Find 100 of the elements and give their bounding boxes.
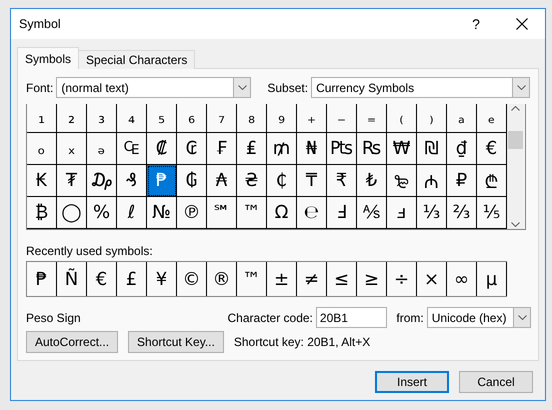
recent-symbol-cell[interactable]: ∞ — [447, 262, 477, 296]
shortcut-key-text: Shortcut key: 20B1, Alt+X — [234, 335, 370, 349]
recent-symbol-cell[interactable]: ≤ — [327, 262, 357, 296]
symbol-cell[interactable]: ℗ — [177, 197, 207, 229]
symbol-cell[interactable]: ₪ — [417, 133, 447, 165]
tab[interactable]: Symbols — [17, 47, 80, 69]
symbol-cell[interactable]: ₧ — [327, 133, 357, 165]
autocorrect-button[interactable]: AutoCorrect... — [26, 331, 118, 353]
cancel-button[interactable]: Cancel — [459, 371, 533, 393]
symbol-cell[interactable]: ₐ — [447, 104, 477, 133]
subset-dropdown[interactable]: Currency Symbols — [311, 77, 530, 98]
character-code-label: Character code: — [228, 310, 313, 324]
symbol-cell[interactable]: ₱ — [147, 165, 177, 197]
symbol-cell[interactable]: ⅍ — [357, 197, 387, 229]
symbol-cell[interactable]: ₉ — [267, 104, 297, 133]
recent-symbol-cell[interactable]: µ — [477, 262, 507, 296]
recent-symbol-cell[interactable]: ® — [207, 262, 237, 296]
shortcut-key-button[interactable]: Shortcut Key... — [128, 331, 224, 353]
symbol-cell[interactable]: ₈ — [237, 104, 267, 133]
scrollbar[interactable] — [507, 104, 524, 229]
symbol-cell[interactable]: ₒ — [27, 133, 57, 165]
window-title: Symbol — [19, 17, 62, 31]
symbol-cell[interactable]: Ⅎ — [327, 197, 357, 229]
chevron-up-icon — [511, 106, 520, 111]
recent-symbols-label: Recently used symbols: — [26, 244, 154, 258]
recent-symbol-cell[interactable]: ₱ — [27, 262, 57, 296]
symbol-cell[interactable]: ℮ — [297, 197, 327, 229]
recent-symbol-cell[interactable]: Ñ — [57, 262, 87, 296]
symbol-cell[interactable]: ₣ — [207, 133, 237, 165]
recent-symbol-cell[interactable]: ÷ — [387, 262, 417, 296]
symbol-cell[interactable]: ₯ — [87, 165, 117, 197]
symbol-cell[interactable]: ₵ — [267, 165, 297, 197]
symbol-cell[interactable]: ₠ — [117, 133, 147, 165]
recent-symbol-cell[interactable]: ≠ — [297, 262, 327, 296]
tab[interactable]: Special Characters — [78, 50, 196, 69]
symbol-cell[interactable]: ℠ — [207, 197, 237, 229]
recent-symbol-cell[interactable]: ™ — [237, 262, 267, 296]
symbol-cell[interactable]: ₍ — [387, 104, 417, 133]
symbol-cell[interactable]: ₻ — [387, 165, 417, 197]
help-button[interactable]: ? — [453, 9, 499, 39]
symbol-cell[interactable]: ₎ — [417, 104, 447, 133]
symbol-cell[interactable]: ₄ — [117, 104, 147, 133]
close-icon — [516, 18, 528, 30]
symbol-cell[interactable]: ₔ — [87, 133, 117, 165]
from-dropdown[interactable]: Unicode (hex) — [426, 307, 532, 328]
symbol-cell[interactable]: ₩ — [387, 133, 417, 165]
symbol-cell[interactable]: ₢ — [177, 133, 207, 165]
recent-symbol-cell[interactable]: © — [177, 262, 207, 296]
chevron-down-icon — [511, 222, 520, 227]
symbol-cell[interactable]: ₺ — [357, 165, 387, 197]
recent-symbol-cell[interactable]: ± — [267, 262, 297, 296]
recent-symbol-cell[interactable]: × — [417, 262, 447, 296]
symbol-cell[interactable]: ₲ — [177, 165, 207, 197]
symbol-cell[interactable]: ₮ — [57, 165, 87, 197]
symbol-cell[interactable]: № — [147, 197, 177, 229]
chevron-down-icon — [516, 85, 526, 90]
symbol-cell[interactable]: ◯ — [57, 197, 87, 229]
symbol-cell[interactable]: ₋ — [327, 104, 357, 133]
symbol-cell[interactable]: ₇ — [207, 104, 237, 133]
recent-symbol-cell[interactable]: £ — [117, 262, 147, 296]
symbol-cell[interactable]: ™ — [237, 197, 267, 229]
symbol-cell[interactable]: ₦ — [297, 133, 327, 165]
symbol-cell[interactable]: ₳ — [207, 165, 237, 197]
symbol-cell[interactable]: ₤ — [237, 133, 267, 165]
font-label: Font: — [26, 80, 54, 94]
subset-label: Subset: — [267, 80, 308, 94]
symbol-cell[interactable]: ₊ — [297, 104, 327, 133]
symbol-cell[interactable]: % — [87, 197, 117, 229]
symbol-cell[interactable]: ₭ — [27, 165, 57, 197]
symbol-cell[interactable]: ₿ — [27, 197, 57, 229]
font-dropdown[interactable]: (normal text) — [56, 77, 252, 98]
symbol-cell[interactable]: ₨ — [357, 133, 387, 165]
symbol-cell[interactable]: ₹ — [327, 165, 357, 197]
symbol-cell[interactable]: ₽ — [447, 165, 477, 197]
symbol-cell[interactable]: Ω — [267, 197, 297, 229]
chevron-down-icon — [518, 315, 527, 320]
symbol-cell[interactable]: ₸ — [297, 165, 327, 197]
symbol-cell[interactable]: ₅ — [147, 104, 177, 133]
symbol-cell[interactable]: ₌ — [357, 104, 387, 133]
recent-symbol-cell[interactable]: ≥ — [357, 262, 387, 296]
scrollbar-thumb[interactable] — [508, 131, 523, 149]
symbol-cell[interactable]: ⅔ — [447, 197, 477, 229]
symbol-cell[interactable]: ₥ — [267, 133, 297, 165]
symbol-cell[interactable]: ₂ — [57, 104, 87, 133]
recent-symbol-cell[interactable]: € — [87, 262, 117, 296]
symbol-cell[interactable]: ₁ — [27, 104, 57, 133]
symbol-cell[interactable]: ₫ — [447, 133, 477, 165]
character-code-field[interactable]: 20B1 — [316, 307, 388, 328]
symbol-cell[interactable]: ₆ — [177, 104, 207, 133]
symbol-cell[interactable]: ⅎ — [387, 197, 417, 229]
from-label: from: — [396, 310, 424, 324]
symbol-cell[interactable]: ℓ — [117, 197, 147, 229]
symbol-cell[interactable]: ₴ — [237, 165, 267, 197]
character-name: Peso Sign — [26, 310, 82, 324]
symbol-cell[interactable]: ₃ — [87, 104, 117, 133]
insert-button[interactable]: Insert — [375, 371, 449, 393]
symbol-cell[interactable]: ₓ — [57, 133, 87, 165]
symbol-cell[interactable]: ₼ — [417, 165, 447, 197]
recent-symbol-cell[interactable]: ¥ — [147, 262, 177, 296]
symbol-cell[interactable]: ⅓ — [417, 197, 447, 229]
